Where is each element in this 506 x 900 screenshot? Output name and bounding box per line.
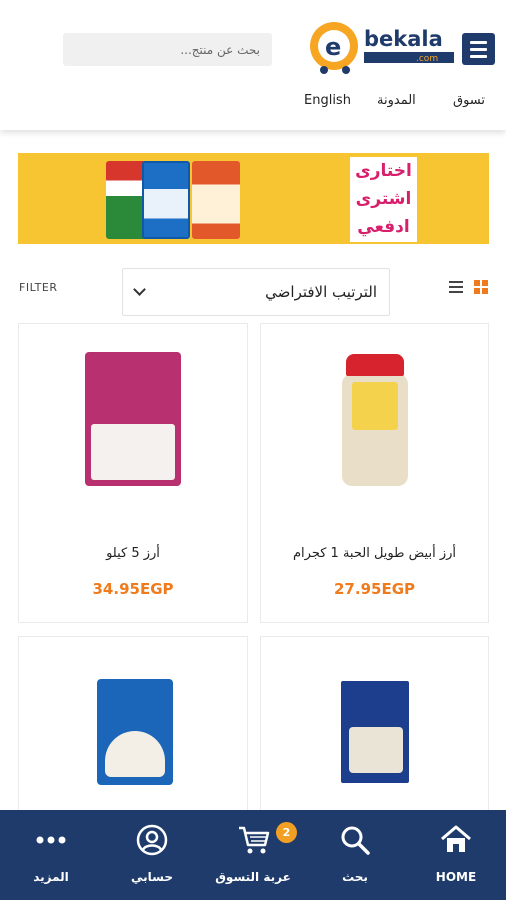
banner-line-3: ادفعي: [357, 217, 410, 238]
list-view-icon[interactable]: [449, 281, 463, 293]
nav-search-button[interactable]: بحث: [307, 810, 403, 900]
nav-more-label: المزيد: [33, 870, 69, 884]
app-header: e bekala .com تسوق المدونة English: [0, 0, 506, 130]
shopping-cart-icon: [239, 826, 270, 854]
banner-line-2: اشترى: [355, 188, 412, 209]
chevron-down-icon: [133, 283, 146, 296]
bottom-navigation: HOME بحث 2 عربة التسوق حسابي المزيد: [0, 810, 506, 900]
cart-count-badge: 2: [276, 822, 297, 843]
promo-banner[interactable]: اختارى اشترى ادفعي: [18, 153, 489, 244]
svg-text:e: e: [325, 33, 341, 61]
more-dots-icon: [36, 836, 66, 844]
product-card[interactable]: أرز 5 كيلو 34.95EGP: [18, 323, 248, 623]
product-price: 34.95EGP: [92, 580, 174, 598]
menu-line: [470, 40, 487, 44]
product-image: [341, 681, 409, 783]
banner-line-1: اختارى: [355, 160, 412, 181]
search-input[interactable]: [63, 33, 272, 66]
menu-line: [470, 54, 487, 58]
nav-home-button[interactable]: HOME: [408, 810, 504, 900]
nav-search-label: بحث: [342, 870, 368, 884]
product-image: [97, 679, 173, 785]
nav-account-button[interactable]: حسابي: [104, 810, 200, 900]
nav-blog-link[interactable]: المدونة: [377, 93, 416, 108]
menu-line: [470, 47, 487, 51]
home-icon: [441, 825, 471, 852]
product-card[interactable]: [260, 636, 489, 836]
banner-slogan: اختارى اشترى ادفعي: [350, 157, 417, 242]
sort-selected-value: الترتيب الافتراضي: [265, 283, 377, 301]
nav-cart-button[interactable]: 2 عربة التسوق: [205, 810, 301, 900]
brand-suffix: .com: [416, 54, 438, 64]
product-name[interactable]: أرز 5 كيلو: [19, 546, 247, 561]
filter-button[interactable]: FILTER: [19, 281, 58, 294]
sort-select[interactable]: الترتيب الافتراضي: [122, 268, 390, 316]
grid-view-icon[interactable]: [474, 280, 488, 294]
rice-bag-image: [192, 161, 240, 239]
nav-shop-link[interactable]: تسوق: [453, 93, 485, 108]
product-image: [342, 354, 408, 486]
bekala-logo[interactable]: e bekala .com: [308, 18, 458, 76]
product-name[interactable]: أرز أبيض طويل الحبة 1 كجرام: [261, 546, 488, 561]
language-switch-link[interactable]: English: [304, 93, 351, 108]
product-price: 27.95EGP: [334, 580, 415, 598]
product-card[interactable]: أرز أبيض طويل الحبة 1 كجرام 27.95EGP: [260, 323, 489, 623]
product-image: [85, 352, 181, 486]
brand-name: bekala: [364, 27, 443, 51]
nav-cart-label: عربة التسوق: [215, 870, 291, 884]
nav-more-button[interactable]: المزيد: [3, 810, 99, 900]
nav-home-label: HOME: [435, 870, 477, 884]
hamburger-menu-button[interactable]: [462, 33, 495, 65]
search-icon: [341, 826, 370, 855]
user-icon: [136, 824, 168, 856]
nav-account-label: حسابي: [130, 870, 173, 884]
product-card[interactable]: [18, 636, 248, 836]
rice-bag-image: [142, 161, 190, 239]
